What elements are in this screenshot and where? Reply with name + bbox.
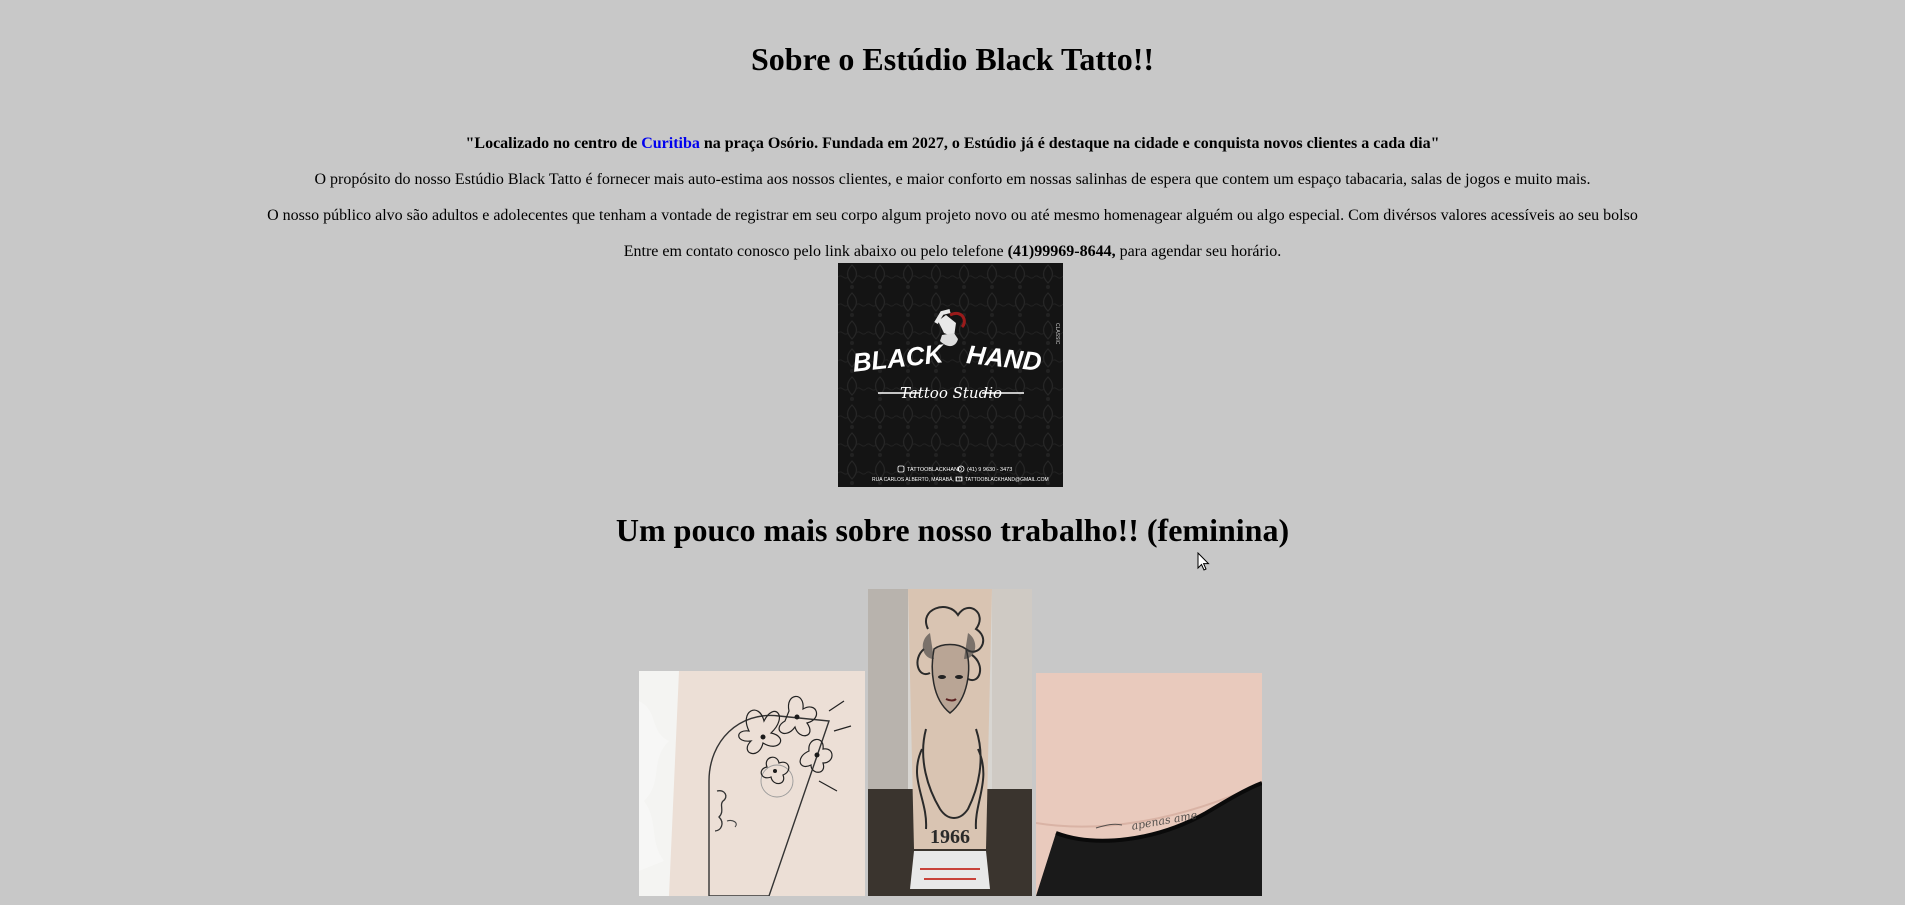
mouse-cursor-icon bbox=[1197, 552, 1210, 571]
contact-before: Entre em contato conosco pelo link abaix… bbox=[623, 243, 1008, 260]
intro-quote-after: na praça Osório. Fundada em 2027, o Estú… bbox=[699, 135, 1440, 152]
logo-email: TATTOOBLACKHAND@GMAIL.COM bbox=[965, 477, 1049, 483]
page-title: Sobre o Estúdio Black Tatto!! bbox=[750, 41, 1155, 77]
photo-2-year: 1966 bbox=[930, 826, 970, 848]
tattoo-photo-medusa: 1966 bbox=[868, 589, 1032, 896]
contact-text: Entre em contato conosco pelo link abaix… bbox=[0, 242, 1905, 262]
intro-quote-before: "Localizado no centro de bbox=[465, 135, 642, 152]
tattoo-photo-script-hip: apenas ame bbox=[1036, 673, 1262, 896]
studio-logo-image: BLACK HAND Tattoo Studio CLASSIC TATTOOB… bbox=[838, 263, 1063, 487]
logo-whatsapp: (41) 9 9630 - 3473 bbox=[967, 467, 1012, 473]
intro-quote: "Localizado no centro de Curitiba na pra… bbox=[0, 134, 1905, 154]
logo-address: RUA CARLOS ALBERTO, MARABÁ, 111 bbox=[872, 476, 963, 483]
curitiba-link[interactable]: Curitiba bbox=[641, 135, 700, 152]
contact-after: para agendar seu horário. bbox=[1115, 243, 1282, 260]
page: Sobre o Estúdio Black Tatto!! "Localizad… bbox=[0, 0, 1905, 905]
audience-text: O nosso público alvo são adultos e adole… bbox=[267, 207, 1638, 224]
contact-phone: (41)99969-8644, bbox=[1007, 243, 1116, 260]
purpose-text: O propósito do nosso Estúdio Black Tatto… bbox=[314, 171, 1591, 188]
logo-tagline: Tattoo Studio bbox=[900, 384, 1002, 402]
section-title: Um pouco mais sobre nosso trabalho!! (fe… bbox=[615, 512, 1290, 548]
logo-instagram: TATTOOBLACKHAND bbox=[907, 467, 962, 473]
svg-text:CLASSIC: CLASSIC bbox=[1054, 323, 1060, 345]
tattoo-photo-flowers-face bbox=[639, 671, 865, 896]
